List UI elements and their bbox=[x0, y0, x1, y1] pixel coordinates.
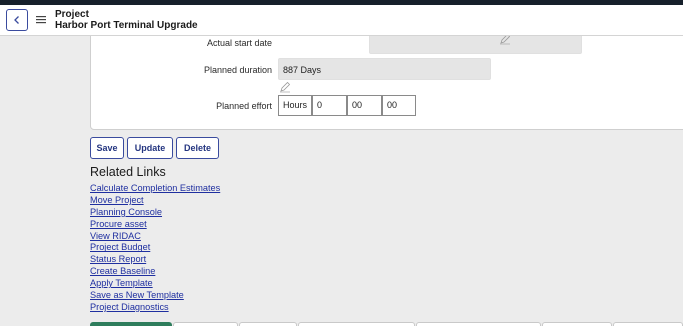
tab-item[interactable] bbox=[298, 322, 415, 326]
back-button[interactable] bbox=[6, 9, 28, 31]
planned-effort-label: Planned effort bbox=[216, 101, 272, 111]
edit-pencil-icon[interactable] bbox=[279, 81, 291, 93]
effort-seconds-input[interactable]: 00 bbox=[382, 95, 416, 116]
link-status-report[interactable]: Status Report bbox=[90, 254, 220, 266]
link-planning-console[interactable]: Planning Console bbox=[90, 207, 220, 219]
tab-item[interactable] bbox=[416, 322, 541, 326]
record-type-title: Project bbox=[55, 9, 89, 20]
effort-minutes-input[interactable]: 00 bbox=[347, 95, 382, 116]
page-title: Project Harbor Port Terminal Upgrade bbox=[55, 9, 198, 31]
tab-item[interactable] bbox=[542, 322, 612, 326]
chevron-left-icon bbox=[14, 16, 19, 24]
tab-item[interactable] bbox=[173, 322, 238, 326]
delete-button[interactable]: Delete bbox=[176, 137, 219, 159]
hamburger-menu-icon[interactable] bbox=[36, 15, 46, 24]
link-project-budget[interactable]: Project Budget bbox=[90, 242, 220, 254]
effort-unit-label: Hours bbox=[278, 95, 312, 116]
link-calculate-completion-estimates[interactable]: Calculate Completion Estimates bbox=[90, 183, 220, 195]
tab-item[interactable] bbox=[613, 322, 683, 326]
link-move-project[interactable]: Move Project bbox=[90, 195, 220, 207]
actual-start-date-label: Actual start date bbox=[206, 38, 272, 48]
link-view-ridac[interactable]: View RIDAC bbox=[90, 231, 220, 243]
related-links-list: Calculate Completion Estimates Move Proj… bbox=[90, 183, 220, 314]
link-procure-asset[interactable]: Procure asset bbox=[90, 219, 220, 231]
link-save-as-new-template[interactable]: Save as New Template bbox=[90, 290, 220, 302]
record-name-title: Harbor Port Terminal Upgrade bbox=[55, 20, 198, 31]
planned-duration-label: Planned duration bbox=[203, 65, 272, 75]
effort-hours-input[interactable]: 0 bbox=[312, 95, 347, 116]
link-project-diagnostics[interactable]: Project Diagnostics bbox=[90, 302, 220, 314]
tab-item[interactable] bbox=[239, 322, 297, 326]
page-header: Project Harbor Port Terminal Upgrade bbox=[0, 5, 683, 36]
related-links-heading: Related Links bbox=[90, 165, 166, 179]
update-button[interactable]: Update bbox=[127, 137, 173, 159]
link-create-baseline[interactable]: Create Baseline bbox=[90, 266, 220, 278]
planned-duration-field: 887 Days bbox=[278, 58, 491, 80]
tab-active[interactable] bbox=[90, 322, 172, 326]
save-button[interactable]: Save bbox=[90, 137, 124, 159]
project-form: Actual start date Planned duration 887 D… bbox=[90, 20, 683, 130]
link-apply-template[interactable]: Apply Template bbox=[90, 278, 220, 290]
